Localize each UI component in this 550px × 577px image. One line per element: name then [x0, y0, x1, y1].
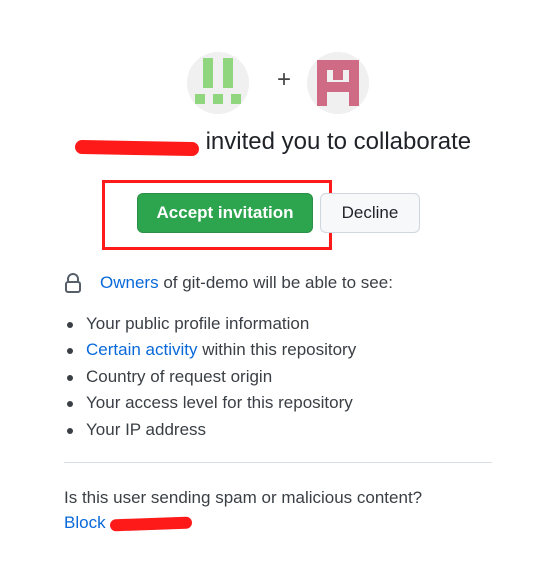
owners-link[interactable]: Owners	[100, 273, 159, 293]
block-user-row: Block	[64, 513, 193, 534]
divider	[64, 462, 492, 463]
identicon-green	[187, 52, 249, 114]
list-item: Certain activity within this repository	[64, 337, 356, 363]
accept-invitation-button[interactable]: Accept invitation	[137, 193, 313, 233]
permissions-list: Your public profile information Certain …	[64, 311, 356, 443]
repository-avatar[interactable]	[307, 52, 369, 114]
headline-text: invited you to collaborate	[205, 128, 472, 155]
redacted-username	[110, 514, 193, 534]
list-item: Your IP address	[64, 417, 356, 443]
inviter-avatar[interactable]	[187, 52, 249, 114]
permissions-intro: Owners of git-demo will be able to see:	[64, 273, 393, 293]
plus-icon: +	[276, 66, 291, 93]
lock-icon	[65, 273, 81, 293]
list-item: Country of request origin	[64, 364, 356, 390]
spam-question: Is this user sending spam or malicious c…	[64, 488, 423, 507]
identicon-pink	[307, 52, 369, 114]
avatar-group: +	[187, 52, 372, 114]
redaction-scribble	[110, 516, 193, 531]
invitation-headline: invited you to collaborate	[0, 128, 550, 157]
list-item: Your access level for this repository	[64, 390, 356, 416]
certain-activity-link[interactable]: Certain activity	[86, 340, 197, 359]
list-item: Your public profile information	[64, 311, 356, 337]
block-user-link[interactable]: Block	[64, 513, 106, 532]
decline-button[interactable]: Decline	[320, 193, 420, 233]
permissions-intro-text: of git-demo will be able to see:	[163, 273, 393, 292]
inviter-name-link[interactable]	[74, 129, 200, 157]
redaction-scribble	[74, 139, 200, 156]
